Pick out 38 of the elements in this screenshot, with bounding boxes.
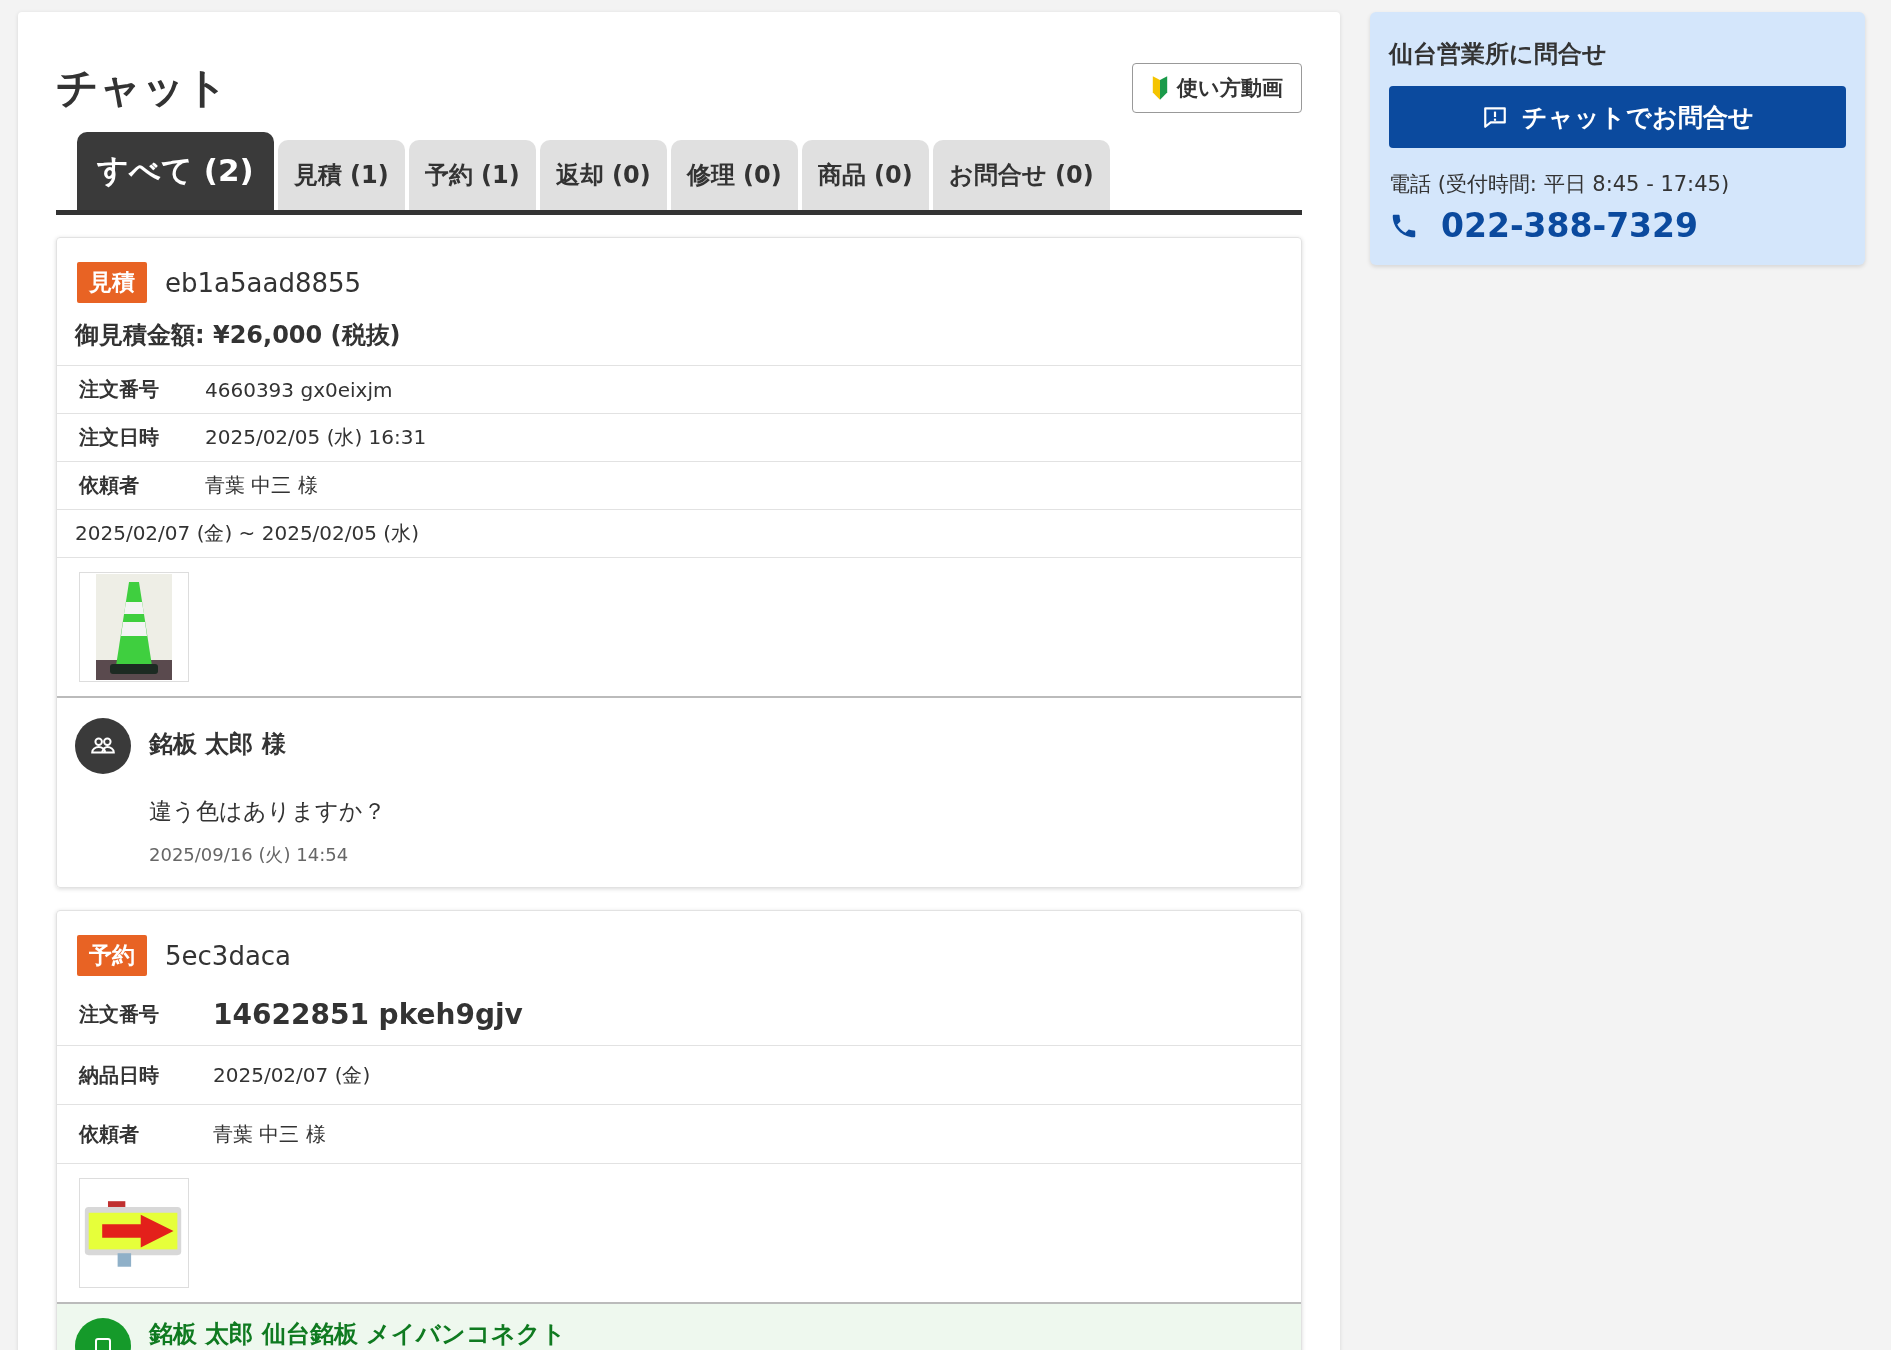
message-text: 違う色はありますか？ [149,797,386,826]
phone-number-link[interactable]: 022-388-7329 [1441,206,1698,245]
filter-tab[interactable]: お問合せ (0) [932,140,1110,210]
filter-tab[interactable]: 商品 (0) [801,140,929,210]
contact-title: 仙台営業所に問合せ [1389,39,1608,70]
field-label: 依頼者 [79,1120,140,1148]
phone-hours: 電話 (受付時間: 平日 8:45 - 17:45) [1389,171,1731,198]
field-label: 注文日時 [79,424,160,451]
chat-inquiry-button[interactable]: チャットでお問合せ [1389,86,1846,148]
thread-id: 5ec3daca [165,940,292,971]
filter-tab[interactable]: すべて (2) [77,132,274,210]
field-value: 14622851 pkeh9gjv [213,998,523,1031]
field-value: 2025/02/07 (金) [213,1061,371,1089]
message-time: 2025/09/16 (火) 14:54 [149,843,350,867]
help-video-button[interactable]: 使い方動画 [1132,63,1302,113]
chat-alert-icon [1481,104,1508,130]
field-label: 納品日時 [79,1061,160,1089]
field-label: 注文番号 [79,1001,160,1028]
filter-tab[interactable]: 予約 (1) [408,140,536,210]
filter-tab[interactable]: 見積 (1) [277,140,405,210]
filter-tab[interactable]: 修理 (0) [670,140,798,210]
field-label: 注文番号 [79,376,160,403]
page-title: チャット [56,62,228,114]
field-label: 依頼者 [79,472,140,499]
category-badge: 見積 [77,262,147,303]
thread-id: eb1a5aad8855 [165,267,362,298]
field-value: 青葉 中三 様 [205,472,318,499]
quote-amount: 御見積金額: ¥26,000 (税抜) [57,311,1301,366]
filter-tab[interactable]: 返却 (0) [539,140,667,210]
sender-name: 銘板 太郎 仙台銘板 メイバンコネクト [149,1319,567,1350]
beginner-mark-icon [1151,76,1169,100]
field-value: 青葉 中三 様 [213,1120,326,1148]
rental-period: 2025/02/07 (金) ~ 2025/02/05 (水) [75,520,419,547]
field-value: 2025/02/05 (水) 16:31 [205,424,427,451]
product-thumbnail[interactable] [79,572,189,682]
field-value: 4660393 gx0eixjm [205,377,393,402]
category-badge: 予約 [77,935,147,976]
sender-name: 銘板 太郎 様 [149,729,287,760]
